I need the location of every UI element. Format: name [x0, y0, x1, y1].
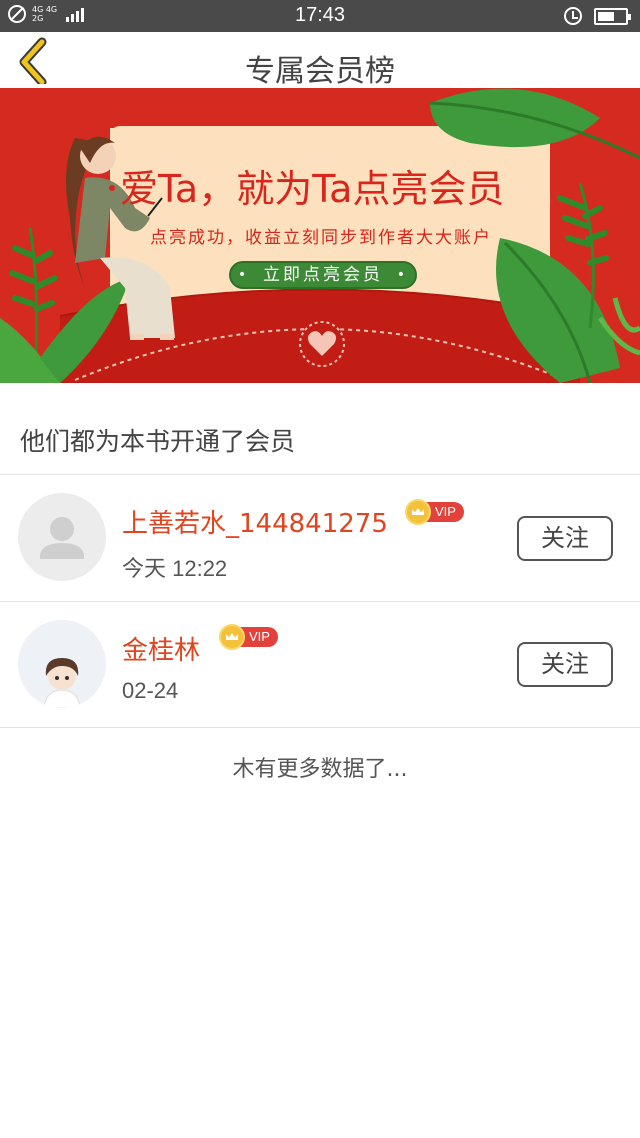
- section-heading: 他们都为本书开通了会员: [20, 427, 296, 456]
- page-title: 专属会员榜: [245, 54, 395, 89]
- crown-icon: [405, 499, 431, 525]
- nav-bar: 专属会员榜: [0, 32, 640, 89]
- status-time: 17:43: [294, 4, 346, 26]
- status-bar: 4G 4G 2G 17:43: [0, 0, 640, 32]
- alarm-icon: [564, 7, 582, 25]
- member-row[interactable]: 金桂林 VIP 02-24 关注: [0, 602, 640, 728]
- crown-icon: [219, 624, 245, 650]
- divider: [0, 727, 640, 728]
- follow-button[interactable]: 关注: [517, 516, 613, 561]
- promo-banner[interactable]: 爱Ta，就为Ta点亮会员 点亮成功，收益立刻同步到作者大大账户 立即点亮会员: [0, 88, 640, 383]
- avatar[interactable]: [18, 493, 106, 581]
- no-more-data-text: 木有更多数据了...: [232, 757, 408, 782]
- light-up-membership-button[interactable]: 立即点亮会员: [229, 261, 417, 289]
- anime-avatar-icon: [18, 620, 106, 708]
- banner-subtitle: 点亮成功，收益立刻同步到作者大大账户: [150, 228, 492, 248]
- default-user-icon: [18, 493, 106, 581]
- member-time: 今天 12:22: [122, 556, 228, 581]
- member-row[interactable]: 上善若水_144841275 VIP 今天 12:22 关注: [0, 475, 640, 601]
- follow-button[interactable]: 关注: [517, 642, 613, 687]
- avatar[interactable]: [18, 620, 106, 708]
- member-name[interactable]: 上善若水_144841275: [122, 503, 388, 540]
- member-name[interactable]: 金桂林: [122, 630, 200, 667]
- vip-badge: VIP: [219, 624, 278, 650]
- banner-headline: 爱Ta，就为Ta点亮会员: [120, 167, 505, 211]
- vip-badge: VIP: [405, 499, 464, 525]
- battery-icon: [594, 8, 631, 25]
- member-time: 02-24: [122, 678, 179, 703]
